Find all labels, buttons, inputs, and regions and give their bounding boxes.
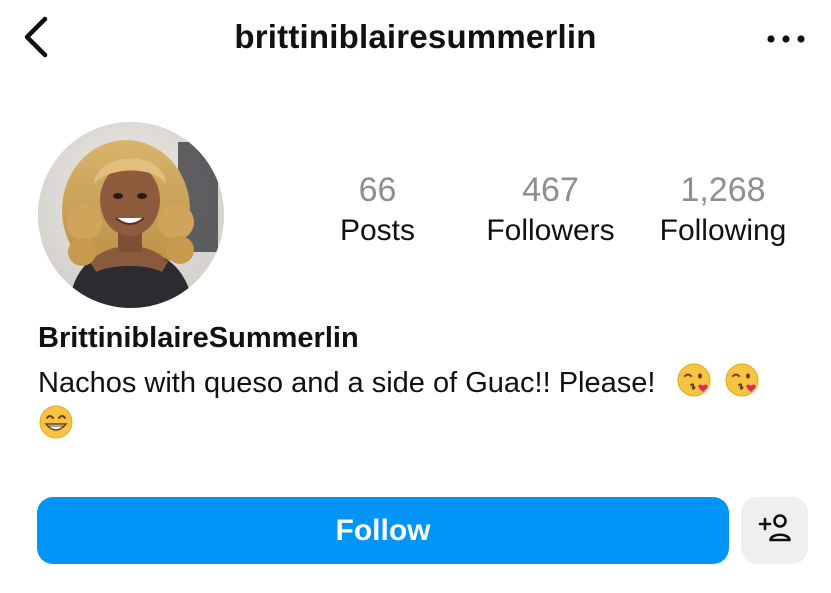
grinning-face-emoji [38,404,74,440]
posts-number: 66 [358,171,397,209]
bio: Nachos with queso and a side of Guac!! P… [38,362,798,446]
profile-username: brittiniblairesummerlin [234,18,597,55]
more-options-button[interactable] [761,22,811,58]
avatar[interactable] [38,122,224,308]
add-person-icon [758,513,792,548]
display-name: BrittiniblaireSummerlin [38,322,359,354]
more-horizontal-icon [766,31,806,49]
bio-text: Nachos with queso and a side of Guac!! P… [38,367,656,399]
followers-label: Followers [486,214,615,247]
profile-page: brittiniblairesummerlin 66 Posts 467 Fol… [0,0,831,593]
followers-number: 467 [522,171,579,209]
top-bar: brittiniblairesummerlin [0,0,831,80]
face-blowing-kiss-emoji [676,362,712,398]
following-number: 1,268 [680,171,766,209]
face-blowing-kiss-emoji [724,362,760,398]
posts-count[interactable]: 66 Posts [330,170,425,250]
following-count[interactable]: 1,268 Following [652,170,794,250]
posts-label: Posts [339,214,416,247]
followers-count[interactable]: 467 Followers [478,170,623,250]
follow-button[interactable]: Follow [37,497,729,564]
following-label: Following [659,214,787,247]
suggested-users-button[interactable] [741,497,808,564]
